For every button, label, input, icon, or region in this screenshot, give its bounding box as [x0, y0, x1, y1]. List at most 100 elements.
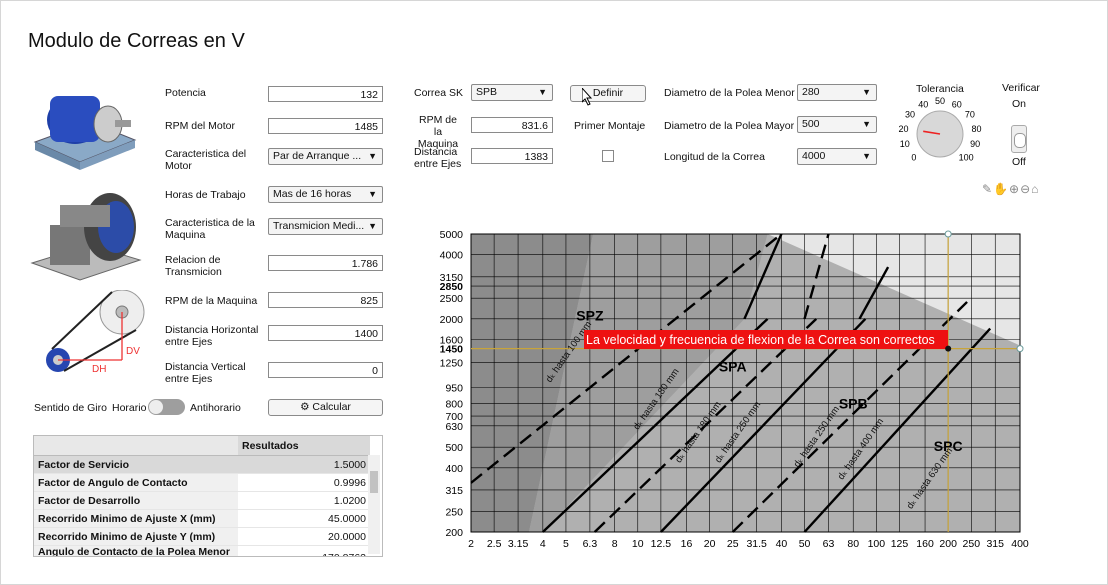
operating-point — [945, 345, 952, 352]
y-tick-label: 3150 — [440, 272, 464, 284]
calcular-label: Calcular — [312, 401, 351, 413]
caracteristica-motor-label: Caracteristica del Motor — [165, 148, 247, 172]
x-tick-label: 16 — [681, 538, 693, 550]
verificar-off-label: Off — [1012, 156, 1026, 168]
caracteristica-motor-dropdown[interactable]: Par de Arranque ... ▼ — [268, 148, 383, 165]
y-tick-label: 500 — [445, 442, 463, 454]
verificar-switch[interactable] — [1011, 125, 1027, 153]
x-tick-label: 2.5 — [487, 538, 502, 550]
x-tick-label: 4 — [540, 538, 546, 550]
pan-hand-icon[interactable]: ✋ — [993, 182, 1009, 196]
caracteristica-maquina-dropdown[interactable]: Transmicion Medi... ▼ — [268, 218, 383, 235]
knob-tick-label: 70 — [965, 110, 975, 120]
scrollbar-thumb[interactable] — [370, 471, 378, 493]
knob-tick-label: 30 — [905, 110, 915, 120]
y-tick-label: 315 — [445, 485, 463, 497]
rpm-label: RPM de la Maquina — [417, 114, 459, 150]
switch-lever — [1014, 133, 1026, 148]
polea-menor-value: 280 — [802, 86, 820, 98]
correa-dropdown[interactable]: SPB ▼ — [471, 84, 553, 101]
knob-tick-label: 0 — [911, 152, 916, 162]
distancia-ejes-input[interactable]: 1383 — [471, 148, 553, 164]
knob-tick-label: 50 — [935, 96, 945, 106]
rpm-input[interactable]: 831.6 — [471, 117, 553, 133]
home-icon[interactable]: ⌂ — [1031, 182, 1039, 196]
y-tick-label: 2500 — [440, 293, 464, 305]
polea-mayor-label: Diametro de la Polea Mayor — [664, 120, 795, 132]
dropdown-arrow-icon: ▼ — [368, 189, 377, 199]
polea-menor-dropdown[interactable]: 280 ▼ — [797, 84, 877, 101]
relacion-transmicion-input[interactable]: 1.786 — [268, 255, 383, 271]
x-tick-label: 200 — [939, 538, 957, 550]
marker-handle — [1016, 345, 1024, 353]
brush-icon[interactable]: ✎ — [982, 182, 993, 196]
x-tick-label: 8 — [612, 538, 618, 550]
rotation-toggle[interactable] — [148, 399, 185, 415]
gear-icon: ⚙ — [300, 401, 310, 413]
rpm-motor-input[interactable]: 1485 — [268, 118, 383, 134]
knob-tick-label: 20 — [898, 124, 908, 134]
machine-image — [30, 193, 142, 281]
belt-diagram-image: DV DH — [46, 290, 145, 375]
results-scrollbar[interactable] — [368, 455, 380, 554]
y-tick-label: 800 — [445, 399, 463, 411]
x-tick-label: 315 — [986, 538, 1004, 550]
correa-label: Correa SK — [414, 87, 464, 99]
primer-montaje-checkbox[interactable] — [602, 150, 614, 162]
zoom-in-icon[interactable]: ⊕ — [1009, 182, 1020, 196]
y-tick-label: 400 — [445, 463, 463, 475]
potencia-label: Potencia — [165, 87, 206, 99]
status-message: La velocidad y frecuencia de flexion de … — [586, 333, 935, 347]
potencia-input[interactable]: 132 — [268, 86, 383, 102]
polea-mayor-dropdown[interactable]: 500 ▼ — [797, 116, 877, 133]
y-tick-label: 1600 — [440, 334, 464, 346]
calcular-button[interactable]: ⚙ Calcular — [268, 399, 383, 416]
zoom-out-icon[interactable]: ⊖ — [1020, 182, 1031, 196]
belt-selection-chart: 2 2.5 3.15 4 5 6.3 8 10 12.5 16 20 25 31.5 40 50 63 80 10… — [440, 229, 1029, 550]
dropdown-arrow-icon: ▼ — [368, 221, 377, 231]
x-tick-label: 160 — [916, 538, 934, 550]
distancia-horizontal-label: Distancia Horizontal entre Ejes — [165, 324, 259, 348]
longitud-correa-dropdown[interactable]: 4000 ▼ — [797, 148, 877, 165]
caracteristica-maquina-label: Caracteristica de la Maquina — [165, 217, 255, 241]
y-tick-label: 1250 — [440, 357, 464, 369]
distancia-horizontal-input[interactable]: 1400 — [268, 325, 383, 341]
x-tick-label: 80 — [847, 538, 859, 550]
table-row[interactable]: Recorrido Minimo de Ajuste Y (mm) 20.0000 — [34, 527, 370, 546]
longitud-correa-value: 4000 — [802, 150, 826, 162]
x-tick-label: 3.15 — [508, 538, 529, 550]
y-tick-label: 4000 — [440, 250, 464, 262]
x-tick-label: 5 — [563, 538, 569, 550]
tolerancia-knob[interactable]: 010 20 3040 50 6070 80 90 100 — [895, 92, 985, 172]
horas-trabajo-dropdown[interactable]: Mas de 16 horas ▼ — [268, 186, 383, 203]
x-tick-label: 125 — [891, 538, 909, 550]
knob-tick-label: 80 — [972, 124, 982, 134]
results-table: Resultados Factor de Servicio 1.5000 Fact… — [33, 435, 383, 557]
motor-image — [33, 96, 137, 170]
rpm-maquina-input[interactable]: 825 — [268, 292, 383, 308]
results-header: Resultados — [238, 436, 370, 456]
longitud-correa-label: Longitud de la Correa — [664, 151, 765, 163]
table-row[interactable]: Factor de Servicio 1.5000 — [34, 455, 370, 474]
table-row[interactable]: Recorrido Minimo de Ajuste X (mm) 45.0000 — [34, 509, 370, 528]
distancia-ejes-label: Distancia entre Ejes — [414, 146, 462, 170]
toggle-knob — [149, 400, 163, 414]
dh-label: DH — [92, 364, 106, 375]
plot-toolbar: ✎✋⊕⊖⌂ — [982, 182, 1039, 196]
sentido-giro-label: Sentido de Giro — [34, 402, 107, 414]
distancia-vertical-label: Distancia Vertical entre Ejes — [165, 361, 246, 385]
x-tick-label: 63 — [823, 538, 835, 550]
distancia-vertical-input[interactable]: 0 — [268, 362, 383, 378]
caracteristica-motor-value: Par de Arranque ... — [273, 150, 362, 162]
section-label: SPA — [719, 359, 747, 375]
rpm-maquina-label: RPM de la Maquina — [165, 295, 258, 307]
dropdown-arrow-icon: ▼ — [862, 151, 871, 161]
table-row[interactable]: Factor de Angulo de Contacto 0.9996 — [34, 473, 370, 492]
x-tick-label: 6.3 — [583, 538, 598, 550]
table-row[interactable]: Angulo de Contacto de la Polea Menor (°)… — [34, 545, 370, 556]
rpm-motor-label: RPM del Motor — [165, 120, 236, 132]
knob-tick-label: 100 — [959, 152, 974, 162]
caracteristica-maquina-value: Transmicion Medi... — [273, 220, 365, 232]
y-tick-label: 5000 — [440, 229, 464, 241]
table-row[interactable]: Factor de Desarrollo 1.0200 — [34, 491, 370, 510]
